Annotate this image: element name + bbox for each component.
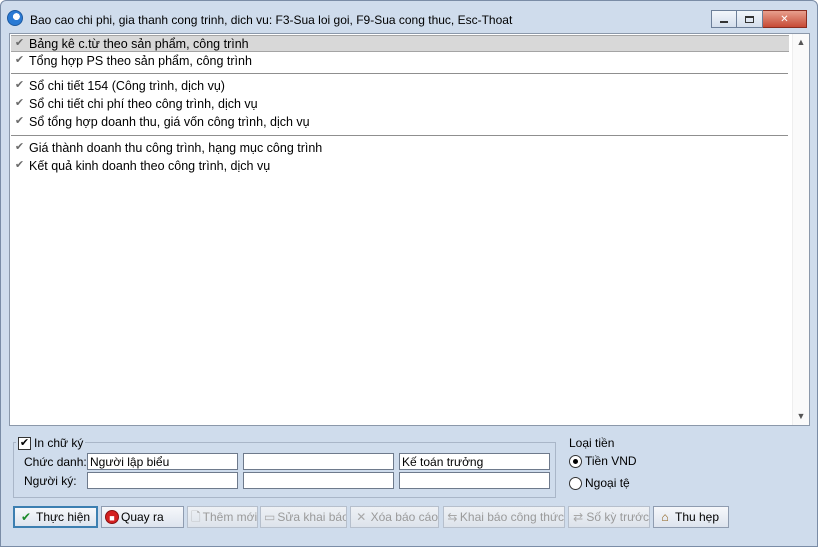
minimize-icon bbox=[720, 21, 728, 23]
folder-icon: ▭ bbox=[264, 510, 276, 524]
list-item-label: Sổ chi tiết chi phí theo công trình, dịc… bbox=[29, 96, 258, 111]
list-item[interactable]: ✔ Kết quả kinh doanh theo công trình, dị… bbox=[11, 157, 789, 174]
formula-label: Khai báo công thức bbox=[459, 510, 564, 524]
title-field-3[interactable]: Kế toán trưởng bbox=[399, 453, 550, 470]
new-document-icon: 🗋 bbox=[191, 510, 201, 524]
title-field-1[interactable]: Người lập biểu bbox=[87, 453, 238, 470]
list-item-label: Kết quả kinh doanh theo công trình, dịch… bbox=[29, 158, 271, 173]
maximize-icon bbox=[745, 15, 754, 23]
list-item-label: Sổ tổng hợp doanh thu, giá vốn công trìn… bbox=[29, 114, 310, 129]
previous-period-label: Số kỳ trước bbox=[586, 510, 649, 524]
check-icon[interactable]: ✔ bbox=[14, 80, 25, 91]
signer-label: Người ký: bbox=[24, 474, 77, 488]
minimize-button[interactable] bbox=[711, 10, 737, 28]
list-divider bbox=[11, 73, 788, 74]
add-label: Thêm mới bbox=[202, 510, 258, 524]
radio-vnd[interactable] bbox=[569, 454, 582, 468]
currency-group: Loại tiền Tiền VND Ngoại tệ bbox=[569, 435, 689, 495]
delete-button[interactable]: ✕ Xóa báo cáo bbox=[350, 506, 439, 528]
list-item[interactable]: ✔ Sổ tổng hợp doanh thu, giá vốn công tr… bbox=[11, 113, 789, 130]
action-toolbar: ✔ Thực hiện ■ Quay ra 🗋 Thêm mới ▭ Sửa k… bbox=[13, 506, 813, 528]
report-list[interactable]: ✔ Bảng kê c.từ theo sản phẩm, công trình… bbox=[9, 33, 810, 426]
signer-field-2[interactable] bbox=[243, 472, 394, 489]
scroll-down-icon[interactable]: ▼ bbox=[793, 408, 809, 425]
list-divider bbox=[11, 135, 788, 136]
transfer-icon: ⇄ bbox=[573, 510, 584, 524]
check-icon[interactable]: ✔ bbox=[14, 55, 25, 66]
previous-period-button[interactable]: ⇄ Số kỳ trước bbox=[568, 506, 650, 528]
list-item-label: Bảng kê c.từ theo sản phẩm, công trình bbox=[29, 36, 249, 51]
close-button[interactable]: ✕ bbox=[763, 10, 807, 28]
print-signature-checkbox[interactable]: ✔ bbox=[18, 436, 31, 450]
print-signature-toggle[interactable]: ✔ In chữ ký bbox=[16, 436, 86, 450]
check-icon: ✔ bbox=[20, 510, 32, 524]
edit-label: Sửa khai báo bbox=[277, 510, 347, 524]
signer-field-3[interactable] bbox=[399, 472, 550, 489]
app-logo-icon bbox=[7, 10, 23, 26]
list-item[interactable]: ✔ Giá thành doanh thu công trình, hạng m… bbox=[11, 139, 789, 156]
list-item[interactable]: ✔ Bảng kê c.từ theo sản phẩm, công trình bbox=[11, 35, 789, 52]
signature-group: ✔ In chữ ký Chức danh: Người ký: Người l… bbox=[13, 436, 556, 498]
radio-foreign[interactable] bbox=[569, 476, 582, 490]
add-button[interactable]: 🗋 Thêm mới bbox=[187, 506, 258, 528]
currency-option-label: Ngoại tệ bbox=[585, 476, 630, 490]
check-icon[interactable]: ✔ bbox=[14, 160, 25, 171]
currency-label: Loại tiền bbox=[569, 436, 615, 450]
print-signature-label: In chữ ký bbox=[34, 436, 84, 450]
window-title: Bao cao chi phi, gia thanh cong trinh, d… bbox=[30, 13, 513, 27]
window-controls: ✕ bbox=[711, 10, 807, 28]
check-icon[interactable]: ✔ bbox=[14, 142, 25, 153]
title-field-2[interactable] bbox=[243, 453, 394, 470]
currency-option-foreign[interactable]: Ngoại tệ bbox=[569, 476, 630, 490]
check-icon[interactable]: ✔ bbox=[14, 116, 25, 127]
back-button[interactable]: ■ Quay ra bbox=[101, 506, 184, 528]
signer-field-1[interactable] bbox=[87, 472, 238, 489]
back-label: Quay ra bbox=[121, 510, 164, 524]
vertical-scrollbar[interactable]: ▲ ▼ bbox=[792, 34, 809, 425]
title-bar[interactable]: Bao cao chi phi, gia thanh cong trinh, d… bbox=[1, 1, 817, 32]
list-item-label: Tổng hợp PS theo sản phẩm, công trình bbox=[29, 53, 252, 68]
list-item[interactable]: ✔ Sổ chi tiết 154 (Công trình, dịch vụ) bbox=[11, 77, 789, 94]
scroll-up-icon[interactable]: ▲ bbox=[793, 34, 809, 51]
narrow-label: Thu hẹp bbox=[675, 510, 720, 524]
maximize-button[interactable] bbox=[737, 10, 763, 28]
check-icon[interactable]: ✔ bbox=[14, 98, 25, 109]
check-icon[interactable]: ✔ bbox=[14, 38, 25, 49]
execute-label: Thực hiện bbox=[36, 510, 91, 524]
report-window: Bao cao chi phi, gia thanh cong trinh, d… bbox=[0, 0, 818, 547]
delete-label: Xóa báo cáo bbox=[370, 510, 438, 524]
formula-button[interactable]: ⇆ Khai báo công thức bbox=[443, 506, 565, 528]
list-item-label: Giá thành doanh thu công trình, hạng mục… bbox=[29, 140, 323, 155]
list-item[interactable]: ✔ Tổng hợp PS theo sản phẩm, công trình bbox=[11, 52, 789, 69]
delete-icon: ✕ bbox=[356, 510, 367, 524]
edit-button[interactable]: ▭ Sửa khai báo bbox=[260, 506, 347, 528]
execute-button[interactable]: ✔ Thực hiện bbox=[13, 506, 98, 528]
narrow-icon: ⌂ bbox=[661, 510, 669, 524]
formula-icon: ⇆ bbox=[447, 510, 458, 524]
list-item-label: Sổ chi tiết 154 (Công trình, dịch vụ) bbox=[29, 78, 225, 93]
stop-icon: ■ bbox=[105, 510, 119, 524]
currency-option-label: Tiền VND bbox=[585, 454, 637, 468]
close-icon: ✕ bbox=[780, 13, 789, 25]
list-item[interactable]: ✔ Sổ chi tiết chi phí theo công trình, d… bbox=[11, 95, 789, 112]
currency-option-vnd[interactable]: Tiền VND bbox=[569, 454, 637, 468]
narrow-button[interactable]: ⌂ Thu hẹp bbox=[653, 506, 729, 528]
title-label: Chức danh: bbox=[24, 455, 87, 469]
